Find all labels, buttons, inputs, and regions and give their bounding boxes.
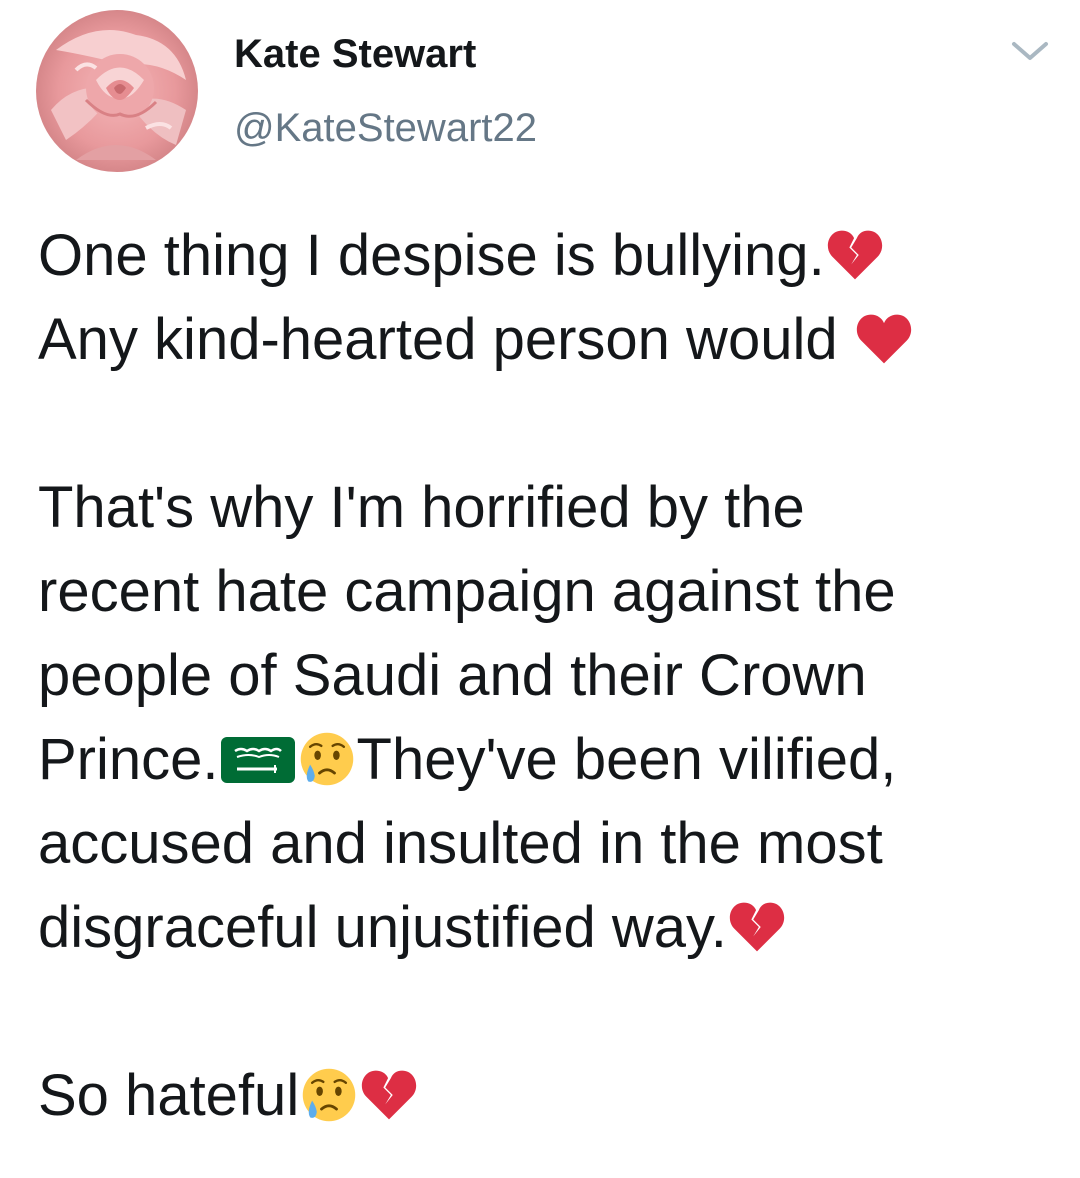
tweet-text-segment: disgraceful unjustified way. bbox=[38, 895, 727, 960]
crying-face-emoji bbox=[297, 729, 357, 789]
author-display-name[interactable]: Kate Stewart bbox=[234, 30, 476, 78]
saudi-arabia-flag-emoji bbox=[219, 729, 297, 789]
tweet-text-segment: Prince. bbox=[38, 727, 219, 792]
broken-heart-emoji bbox=[825, 225, 885, 285]
author-avatar[interactable] bbox=[36, 10, 198, 172]
tweet-line: So hateful bbox=[38, 1054, 1058, 1138]
tweet-line: Prince. They've been vilified, bbox=[38, 718, 1058, 802]
chevron-down-icon[interactable] bbox=[1008, 36, 1052, 66]
broken-heart-emoji bbox=[727, 897, 787, 957]
tweet-line: accused and insulted in the most bbox=[38, 811, 883, 876]
tweet-text-segment: Any kind-hearted person would bbox=[38, 307, 854, 372]
author-handle[interactable]: @KateStewart22 bbox=[234, 104, 537, 152]
tweet-card: Kate Stewart @KateStewart22 One thing I … bbox=[0, 0, 1080, 1178]
tweet-line: Any kind-hearted person would bbox=[38, 298, 1058, 382]
tweet-text-segment: They've been vilified, bbox=[356, 727, 897, 792]
tweet-text: One thing I despise is bullying. Any kin… bbox=[38, 214, 1058, 1138]
tweet-text-segment: One thing I despise is bullying. bbox=[38, 223, 825, 288]
tweet-line: recent hate campaign against the bbox=[38, 559, 896, 624]
tweet-line: That's why I'm horrified by the bbox=[38, 475, 805, 540]
tweet-line: disgraceful unjustified way. bbox=[38, 886, 1058, 970]
red-heart-emoji bbox=[854, 309, 914, 369]
tweet-line: One thing I despise is bullying. bbox=[38, 214, 1058, 298]
broken-heart-emoji bbox=[359, 1065, 419, 1125]
tweet-text-segment: So hateful bbox=[38, 1063, 300, 1128]
tweet-line: people of Saudi and their Crown bbox=[38, 643, 867, 708]
crying-face-emoji bbox=[299, 1065, 359, 1125]
